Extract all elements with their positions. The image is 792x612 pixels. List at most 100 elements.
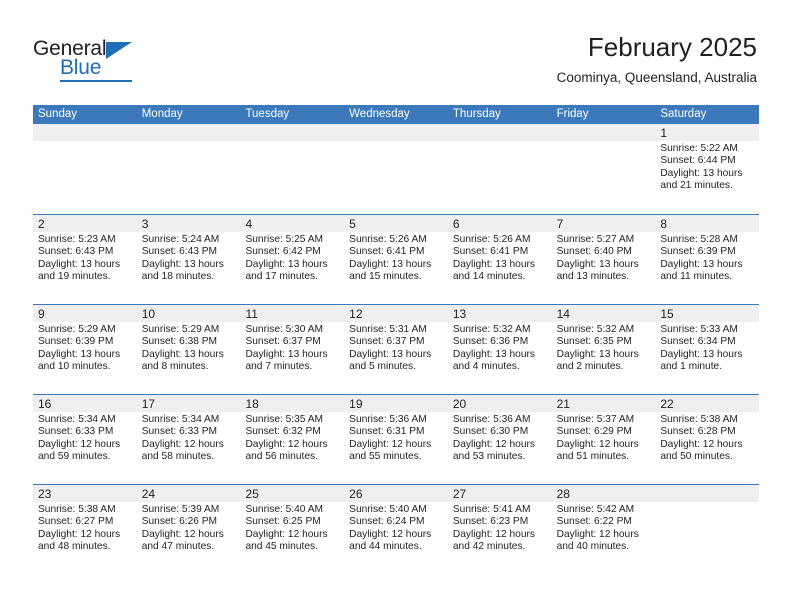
calendar-day-cell[interactable]: 3 Sunrise: 5:24 AM Sunset: 6:43 PM Daylight…	[136, 215, 241, 304]
sunrise-text: Sunrise: 5:27 AM	[556, 234, 635, 245]
column-header-tuesday: Tuesday	[245, 108, 290, 120]
calendar-day-cell-empty	[344, 124, 448, 214]
day-number: 9	[38, 307, 45, 321]
sunrise-text: Sunrise: 5:30 AM	[245, 324, 324, 335]
calendar-day-cell[interactable]: 6 Sunrise: 5:26 AM Sunset: 6:41 PM Daylight…	[447, 215, 552, 304]
sunrise-text: Sunrise: 5:36 AM	[452, 414, 531, 425]
daylight-text: Daylight: 12 hours and 44 minutes.	[349, 528, 432, 553]
calendar-day-cell[interactable]: 17 Sunrise: 5:34 AM Sunset: 6:33 PM Dayligh…	[136, 395, 241, 484]
sunset-text: Sunset: 6:23 PM	[452, 516, 529, 528]
daylight-text: Daylight: 12 hours and 53 minutes.	[452, 438, 535, 463]
day-details: Sunrise: 5:39 AM Sunset: 6:26 PM Daylight:…	[142, 504, 237, 554]
calendar-day-cell[interactable]: 4 Sunrise: 5:25 AM Sunset: 6:42 PM Daylight…	[240, 215, 345, 304]
day-details: Sunrise: 5:32 AM Sunset: 6:36 PM Daylight:…	[453, 324, 548, 374]
day-details: Sunrise: 5:36 AM Sunset: 6:30 PM Daylight:…	[453, 414, 548, 464]
calendar-day-cell[interactable]: 18 Sunrise: 5:35 AM Sunset: 6:32 PM Dayligh…	[240, 395, 345, 484]
daylight-text: Daylight: 13 hours and 4 minutes.	[452, 348, 535, 373]
sunset-text: Sunset: 6:35 PM	[556, 336, 632, 348]
day-number-band	[447, 215, 552, 232]
daylight-text: Daylight: 13 hours and 21 minutes.	[660, 167, 743, 192]
day-number-band	[655, 485, 760, 502]
calendar-day-cell[interactable]: 15 Sunrise: 5:33 AM Sunset: 6:34 PM Dayligh…	[655, 305, 760, 394]
sunset-text: Sunset: 6:30 PM	[452, 426, 529, 438]
day-details: Sunrise: 5:33 AM Sunset: 6:34 PM Daylight:…	[660, 324, 755, 374]
location-subtitle: Coominya, Queensland, Australia	[556, 70, 757, 85]
day-number: 26	[349, 487, 363, 501]
day-details: Sunrise: 5:34 AM Sunset: 6:33 PM Daylight:…	[38, 414, 133, 464]
general-blue-logo[interactable]: General Blue	[33, 38, 163, 84]
sunset-text: Sunset: 6:32 PM	[245, 426, 321, 438]
day-number: 28	[556, 487, 570, 501]
daylight-text: Daylight: 12 hours and 58 minutes.	[141, 438, 224, 463]
day-number-band	[33, 124, 137, 141]
calendar-day-cell[interactable]: 13 Sunrise: 5:32 AM Sunset: 6:36 PM Dayligh…	[447, 305, 552, 394]
sunset-text: Sunset: 6:37 PM	[349, 336, 425, 348]
day-details: Sunrise: 5:32 AM Sunset: 6:35 PM Daylight:…	[557, 324, 652, 374]
sunset-text: Sunset: 6:39 PM	[38, 336, 114, 348]
sunrise-text: Sunrise: 5:28 AM	[660, 234, 738, 245]
day-details: Sunrise: 5:31 AM Sunset: 6:37 PM Daylight:…	[349, 324, 444, 374]
calendar-day-cell[interactable]: 5 Sunrise: 5:26 AM Sunset: 6:41 PM Daylight…	[344, 215, 448, 304]
day-number: 11	[245, 307, 258, 321]
calendar-day-cell[interactable]: 9 Sunrise: 5:29 AM Sunset: 6:39 PM Daylight…	[33, 305, 137, 394]
day-details: Sunrise: 5:29 AM Sunset: 6:39 PM Daylight:…	[38, 324, 133, 374]
calendar-day-cell[interactable]: 14 Sunrise: 5:32 AM Sunset: 6:35 PM Dayligh…	[551, 305, 656, 394]
calendar-day-cell[interactable]: 25 Sunrise: 5:40 AM Sunset: 6:25 PM Dayligh…	[240, 485, 345, 574]
day-number: 22	[660, 397, 674, 411]
sunrise-text: Sunrise: 5:41 AM	[452, 504, 531, 515]
calendar-day-cell[interactable]: 28 Sunrise: 5:42 AM Sunset: 6:22 PM Dayligh…	[551, 485, 656, 574]
calendar-week-row: 1 Sunrise: 5:22 AM Sunset: 6:44 PM Daylight…	[33, 124, 760, 214]
day-details: Sunrise: 5:40 AM Sunset: 6:25 PM Daylight:…	[245, 504, 340, 554]
calendar-day-cell[interactable]: 10 Sunrise: 5:29 AM Sunset: 6:38 PM Dayligh…	[136, 305, 241, 394]
calendar-day-cell[interactable]: 27 Sunrise: 5:41 AM Sunset: 6:23 PM Dayligh…	[447, 485, 552, 574]
calendar-day-cell[interactable]: 24 Sunrise: 5:39 AM Sunset: 6:26 PM Dayligh…	[136, 485, 241, 574]
sunset-text: Sunset: 6:40 PM	[556, 246, 632, 258]
calendar-day-cell[interactable]: 19 Sunrise: 5:36 AM Sunset: 6:31 PM Dayligh…	[344, 395, 448, 484]
day-details: Sunrise: 5:28 AM Sunset: 6:39 PM Daylight:…	[660, 234, 755, 284]
logo-text-blue: Blue	[60, 56, 102, 79]
sunrise-text: Sunrise: 5:32 AM	[556, 324, 635, 335]
day-number: 8	[660, 217, 667, 231]
day-number-band	[344, 124, 448, 141]
calendar-day-cell[interactable]: 1 Sunrise: 5:22 AM Sunset: 6:44 PM Daylight…	[655, 124, 760, 214]
sunset-text: Sunset: 6:38 PM	[141, 336, 218, 348]
calendar-day-cell[interactable]: 2 Sunrise: 5:23 AM Sunset: 6:43 PM Daylight…	[33, 215, 137, 304]
day-number-band	[447, 124, 552, 141]
day-number: 16	[38, 397, 52, 411]
calendar-day-cell[interactable]: 7 Sunrise: 5:27 AM Sunset: 6:40 PM Daylight…	[551, 215, 656, 304]
page-header: General Blue February 2025 Coominya, Que…	[0, 0, 792, 104]
sunrise-text: Sunrise: 5:23 AM	[38, 234, 116, 245]
day-number-band	[655, 124, 760, 141]
day-number-band	[551, 215, 656, 232]
sunset-text: Sunset: 6:42 PM	[245, 246, 321, 258]
day-details: Sunrise: 5:30 AM Sunset: 6:37 PM Daylight:…	[245, 324, 340, 374]
daylight-text: Daylight: 13 hours and 15 minutes.	[349, 258, 432, 283]
calendar-week-row: 9 Sunrise: 5:29 AM Sunset: 6:39 PM Daylight…	[33, 304, 760, 394]
column-header-wednesday: Wednesday	[349, 108, 410, 120]
calendar-day-cell[interactable]: 8 Sunrise: 5:28 AM Sunset: 6:39 PM Daylight…	[655, 215, 760, 304]
sunset-text: Sunset: 6:34 PM	[660, 336, 736, 348]
calendar-day-cell[interactable]: 20 Sunrise: 5:36 AM Sunset: 6:30 PM Dayligh…	[447, 395, 552, 484]
calendar-day-cell[interactable]: 22 Sunrise: 5:38 AM Sunset: 6:28 PM Dayligh…	[655, 395, 760, 484]
calendar-day-cell[interactable]: 12 Sunrise: 5:31 AM Sunset: 6:37 PM Dayligh…	[344, 305, 448, 394]
sunset-text: Sunset: 6:41 PM	[452, 246, 529, 258]
sunrise-text: Sunrise: 5:22 AM	[660, 143, 738, 154]
calendar-day-cell[interactable]: 16 Sunrise: 5:34 AM Sunset: 6:33 PM Dayligh…	[33, 395, 137, 484]
day-number: 20	[452, 397, 467, 411]
day-number: 19	[349, 397, 363, 411]
sunset-text: Sunset: 6:41 PM	[349, 246, 425, 258]
sunrise-text: Sunrise: 5:42 AM	[556, 504, 635, 515]
daylight-text: Daylight: 12 hours and 48 minutes.	[38, 528, 121, 553]
day-number: 5	[349, 217, 356, 231]
calendar-day-cell[interactable]: 23 Sunrise: 5:38 AM Sunset: 6:27 PM Dayligh…	[33, 485, 137, 574]
calendar-day-cell[interactable]: 11 Sunrise: 5:30 AM Sunset: 6:37 PM Dayligh…	[240, 305, 345, 394]
calendar-day-cell-empty	[551, 124, 656, 214]
day-number-band	[344, 215, 448, 232]
daylight-text: Daylight: 13 hours and 10 minutes.	[38, 348, 121, 373]
day-number: 15	[660, 307, 674, 321]
calendar-day-cell[interactable]: 26 Sunrise: 5:40 AM Sunset: 6:24 PM Dayligh…	[344, 485, 448, 574]
sunrise-text: Sunrise: 5:24 AM	[141, 234, 220, 245]
day-details: Sunrise: 5:36 AM Sunset: 6:31 PM Daylight:…	[349, 414, 444, 464]
sunset-text: Sunset: 6:26 PM	[141, 516, 218, 528]
calendar-day-cell[interactable]: 21 Sunrise: 5:37 AM Sunset: 6:29 PM Dayligh…	[551, 395, 656, 484]
